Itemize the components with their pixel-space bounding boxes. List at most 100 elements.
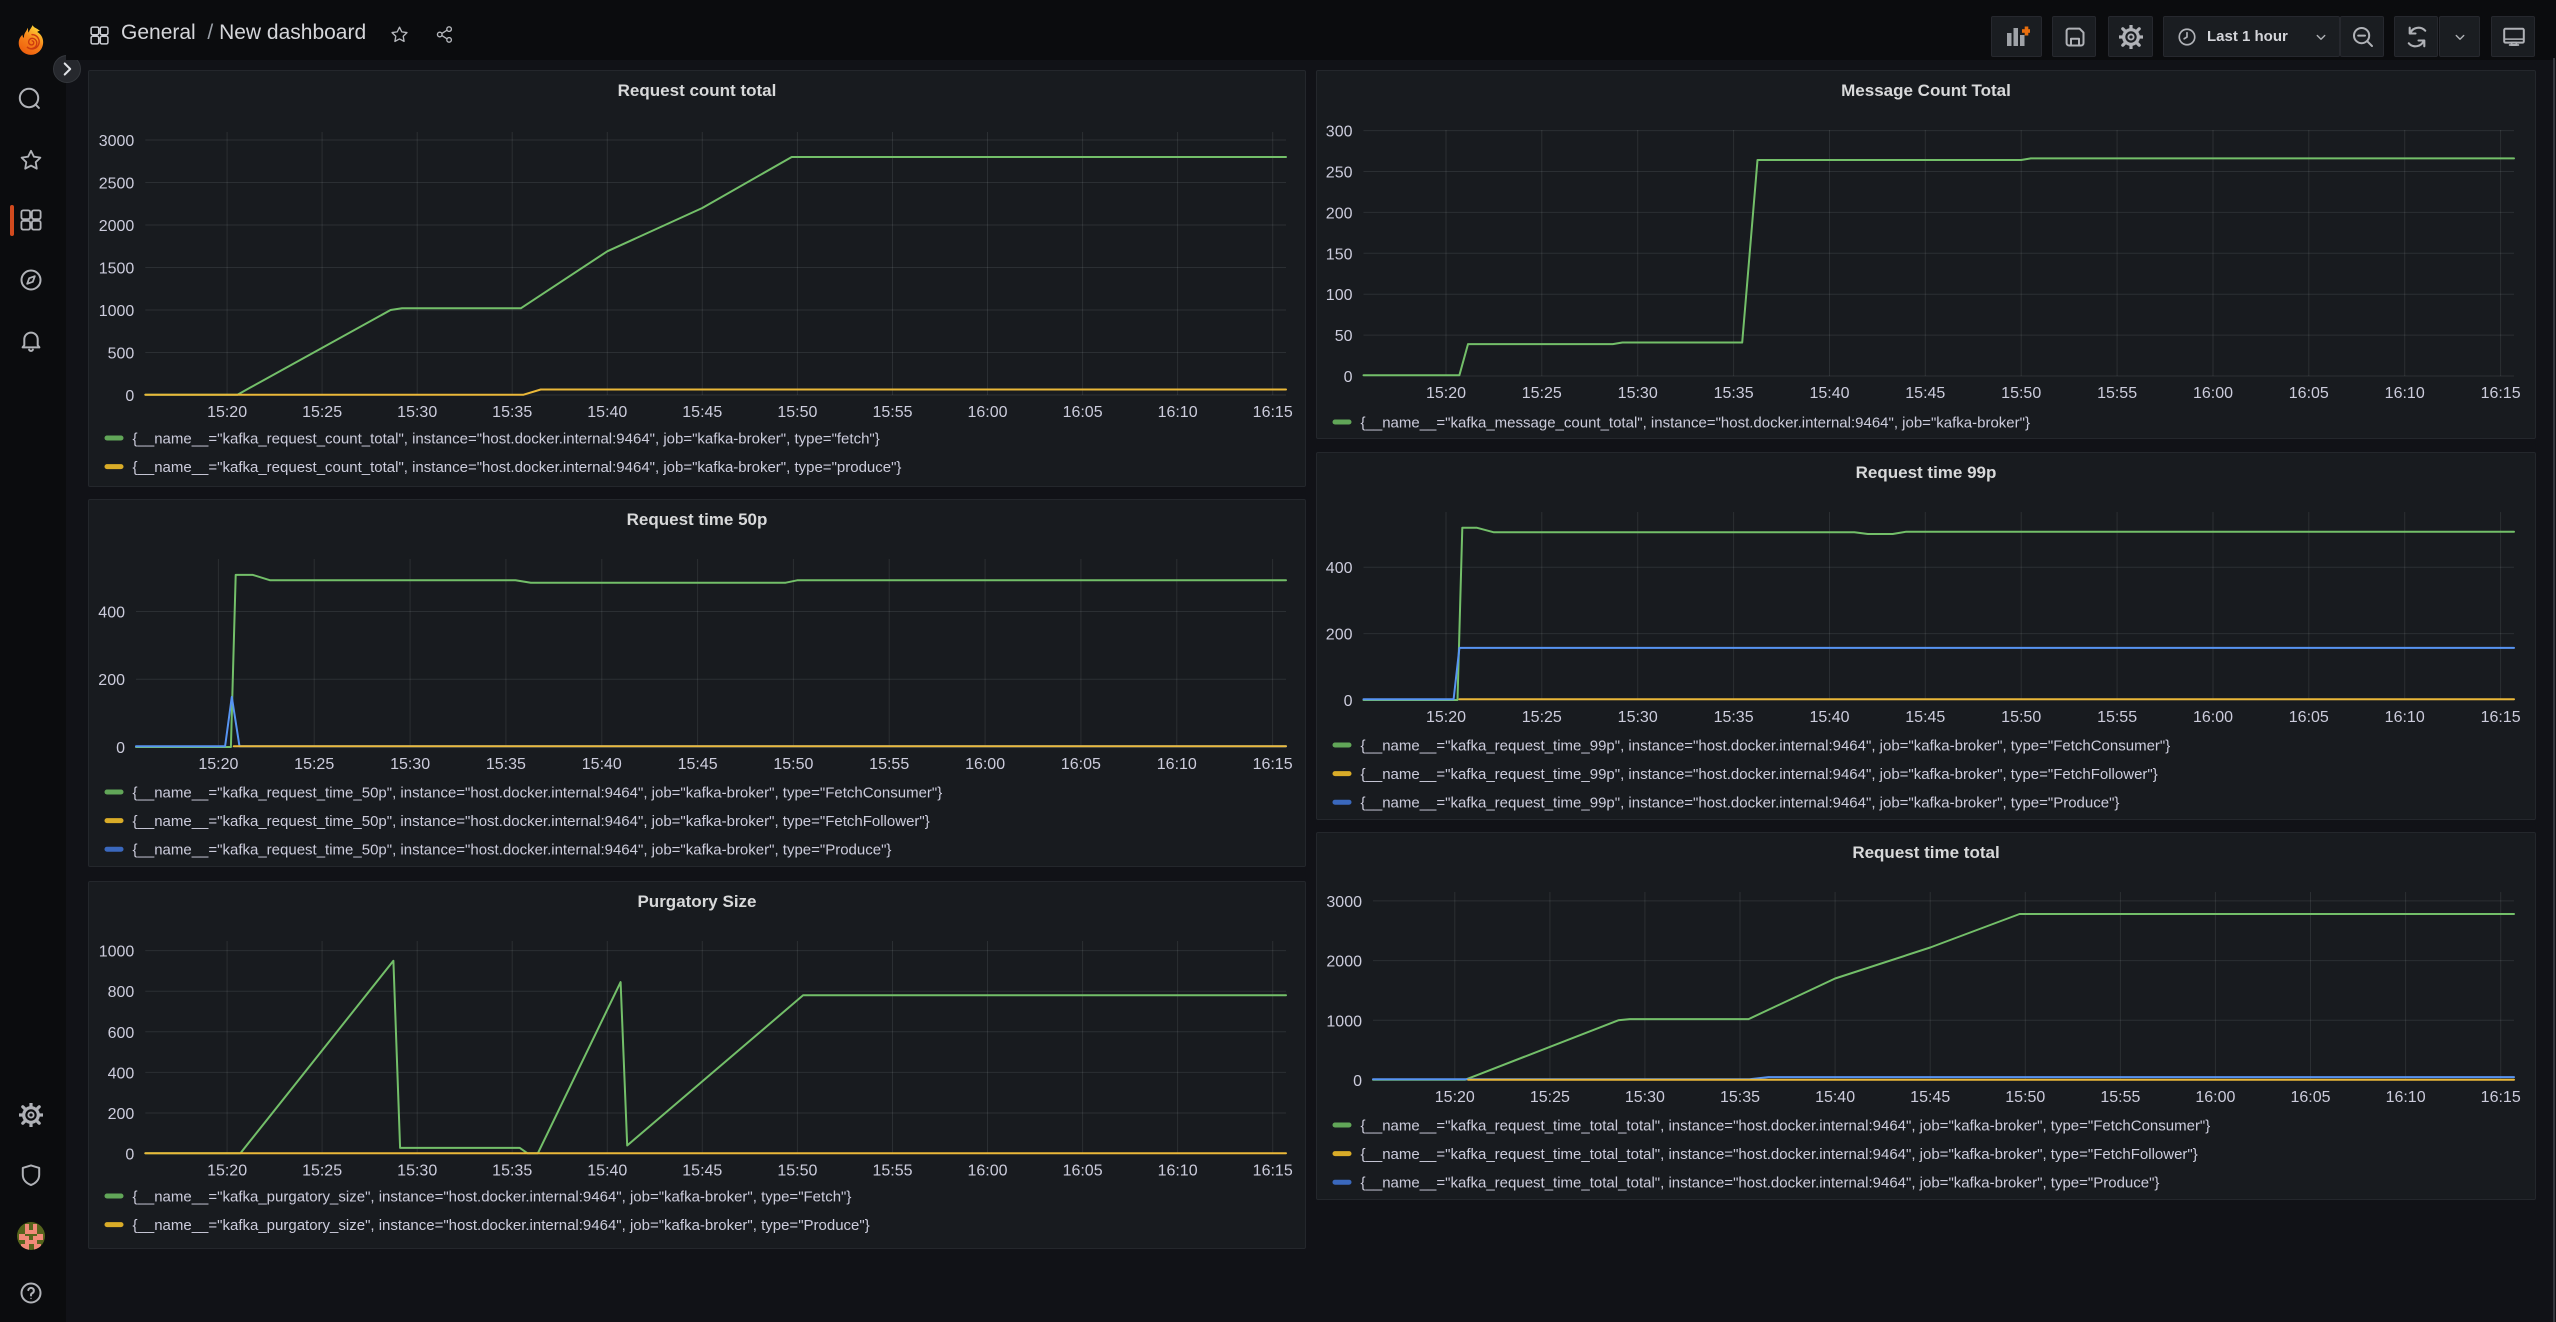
svg-text:15:50: 15:50 [2001, 709, 2041, 726]
svg-text:15:55: 15:55 [872, 404, 912, 421]
svg-text:15:40: 15:40 [1815, 1089, 1855, 1106]
svg-text:16:10: 16:10 [2385, 709, 2425, 726]
svg-text:15:45: 15:45 [682, 404, 722, 421]
svg-text:2000: 2000 [99, 218, 135, 235]
svg-text:15:45: 15:45 [678, 756, 718, 773]
svg-text:15:35: 15:35 [1714, 385, 1754, 402]
svg-text:15:40: 15:40 [1809, 709, 1849, 726]
svg-text:{__name__="kafka_message_count: {__name__="kafka_message_count_total", i… [1361, 415, 2030, 432]
svg-text:15:45: 15:45 [1905, 709, 1945, 726]
svg-text:100: 100 [1326, 287, 1353, 304]
svg-text:15:30: 15:30 [397, 1163, 437, 1180]
svg-text:16:05: 16:05 [2289, 385, 2329, 402]
svg-text:2000: 2000 [1326, 954, 1362, 971]
svg-text:300: 300 [1326, 124, 1353, 141]
svg-text:2500: 2500 [99, 176, 135, 193]
svg-text:15:20: 15:20 [1426, 385, 1466, 402]
svg-text:{__name__="kafka_request_time_: {__name__="kafka_request_time_50p", inst… [133, 842, 892, 859]
svg-text:400: 400 [1326, 560, 1353, 577]
svg-text:1000: 1000 [99, 944, 135, 961]
svg-text:15:50: 15:50 [773, 756, 813, 773]
svg-text:3000: 3000 [99, 133, 135, 150]
svg-text:0: 0 [1344, 369, 1353, 386]
svg-text:16:15: 16:15 [1253, 404, 1293, 421]
svg-text:{__name__="kafka_request_time_: {__name__="kafka_request_time_99p", inst… [1361, 766, 2158, 783]
svg-text:16:05: 16:05 [2290, 1089, 2330, 1106]
svg-text:200: 200 [98, 672, 125, 689]
svg-text:{__name__="kafka_request_time_: {__name__="kafka_request_time_50p", inst… [133, 785, 943, 802]
svg-text:15:55: 15:55 [2100, 1089, 2140, 1106]
svg-text:15:45: 15:45 [682, 1163, 722, 1180]
svg-text:{__name__="kafka_request_time_: {__name__="kafka_request_time_total_tota… [1361, 1118, 2211, 1135]
svg-text:200: 200 [1326, 205, 1353, 222]
svg-text:15:50: 15:50 [777, 404, 817, 421]
svg-text:15:25: 15:25 [302, 404, 342, 421]
svg-text:0: 0 [1353, 1073, 1362, 1090]
svg-text:16:10: 16:10 [1157, 756, 1197, 773]
svg-text:3000: 3000 [1326, 894, 1362, 911]
svg-text:15:35: 15:35 [492, 404, 532, 421]
svg-text:16:10: 16:10 [1158, 1163, 1198, 1180]
svg-text:15:30: 15:30 [1625, 1089, 1665, 1106]
svg-text:15:40: 15:40 [587, 1163, 627, 1180]
svg-text:0: 0 [125, 388, 134, 405]
svg-text:16:05: 16:05 [1063, 1163, 1103, 1180]
svg-text:500: 500 [108, 346, 135, 363]
svg-text:16:05: 16:05 [1061, 756, 1101, 773]
svg-text:15:30: 15:30 [390, 756, 430, 773]
svg-text:1000: 1000 [99, 303, 135, 320]
svg-text:15:55: 15:55 [869, 756, 909, 773]
svg-text:200: 200 [108, 1106, 135, 1123]
svg-text:16:05: 16:05 [2289, 709, 2329, 726]
svg-text:15:20: 15:20 [1426, 709, 1466, 726]
svg-text:15:30: 15:30 [1618, 709, 1658, 726]
svg-text:150: 150 [1326, 246, 1353, 263]
svg-text:15:40: 15:40 [1809, 385, 1849, 402]
svg-text:15:25: 15:25 [1522, 385, 1562, 402]
svg-text:16:15: 16:15 [1253, 756, 1293, 773]
svg-text:{__name__="kafka_request_time_: {__name__="kafka_request_time_99p", inst… [1361, 738, 2171, 755]
svg-text:15:20: 15:20 [207, 1163, 247, 1180]
svg-text:600: 600 [108, 1025, 135, 1042]
svg-text:15:25: 15:25 [1522, 709, 1562, 726]
svg-text:15:35: 15:35 [486, 756, 526, 773]
svg-text:{__name__="kafka_request_count: {__name__="kafka_request_count_total", i… [133, 459, 902, 476]
svg-text:16:00: 16:00 [2193, 709, 2233, 726]
svg-text:16:00: 16:00 [967, 404, 1007, 421]
svg-text:15:50: 15:50 [2001, 385, 2041, 402]
svg-text:15:50: 15:50 [777, 1163, 817, 1180]
svg-text:15:55: 15:55 [872, 1163, 912, 1180]
svg-text:15:25: 15:25 [302, 1163, 342, 1180]
svg-text:16:15: 16:15 [1253, 1163, 1293, 1180]
svg-text:16:10: 16:10 [2386, 1089, 2426, 1106]
svg-text:15:25: 15:25 [294, 756, 334, 773]
svg-text:15:30: 15:30 [397, 404, 437, 421]
svg-text:200: 200 [1326, 627, 1353, 644]
svg-text:250: 250 [1326, 165, 1353, 182]
svg-text:0: 0 [116, 740, 125, 757]
svg-text:15:20: 15:20 [207, 404, 247, 421]
svg-text:{__name__="kafka_purgatory_siz: {__name__="kafka_purgatory_size", instan… [133, 1217, 870, 1234]
svg-text:15:20: 15:20 [198, 756, 238, 773]
svg-text:15:55: 15:55 [2097, 709, 2137, 726]
svg-text:15:35: 15:35 [1720, 1089, 1760, 1106]
svg-text:15:40: 15:40 [582, 756, 622, 773]
svg-text:15:20: 15:20 [1435, 1089, 1475, 1106]
svg-text:1000: 1000 [1326, 1013, 1362, 1030]
svg-text:400: 400 [98, 605, 125, 622]
svg-text:16:15: 16:15 [2481, 709, 2521, 726]
svg-text:15:25: 15:25 [1530, 1089, 1570, 1106]
svg-text:{__name__="kafka_request_time_: {__name__="kafka_request_time_total_tota… [1361, 1175, 2160, 1192]
svg-text:16:15: 16:15 [2481, 385, 2521, 402]
svg-text:16:05: 16:05 [1063, 404, 1103, 421]
svg-text:0: 0 [125, 1147, 134, 1164]
svg-text:{__name__="kafka_purgatory_siz: {__name__="kafka_purgatory_size", instan… [133, 1189, 852, 1206]
svg-text:16:00: 16:00 [967, 1163, 1007, 1180]
svg-text:800: 800 [108, 984, 135, 1001]
svg-text:16:15: 16:15 [2481, 1089, 2521, 1106]
svg-text:0: 0 [1344, 693, 1353, 710]
svg-text:15:45: 15:45 [1910, 1089, 1950, 1106]
svg-text:16:10: 16:10 [1158, 404, 1198, 421]
svg-text:{__name__="kafka_request_count: {__name__="kafka_request_count_total", i… [133, 431, 880, 448]
svg-text:{__name__="kafka_request_time_: {__name__="kafka_request_time_50p", inst… [133, 813, 930, 830]
